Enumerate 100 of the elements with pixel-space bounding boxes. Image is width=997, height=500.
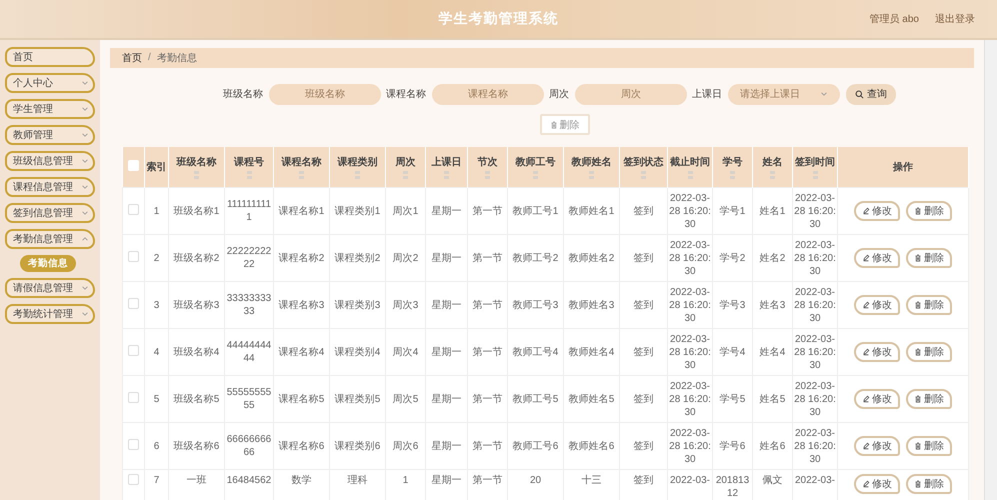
edit-button[interactable]: 修改 xyxy=(854,201,900,221)
menu-item[interactable]: 课程信息管理 xyxy=(5,177,95,197)
checkbox[interactable] xyxy=(128,345,139,356)
filter-label: 课程名称 xyxy=(386,88,426,102)
table-cell: 2022-03-28 16:20:30 xyxy=(669,286,711,324)
table-cell: 星期一 xyxy=(432,474,462,487)
trash-icon xyxy=(914,301,922,309)
table-cell: 教师姓名1 xyxy=(568,204,614,218)
table-cell: 周次1 xyxy=(392,204,418,218)
table-cell: 班级名称4 xyxy=(174,346,220,358)
table-cell: 课程类别3 xyxy=(334,298,380,312)
pencil-icon xyxy=(862,348,870,356)
table-cell: 5555555555 xyxy=(226,386,272,412)
table-cell: 第一节 xyxy=(472,252,502,264)
table-cell: 1 xyxy=(154,204,160,218)
search-button[interactable]: 查询 xyxy=(846,84,896,105)
table-cell: 周次6 xyxy=(392,440,418,452)
logout-link[interactable]: 退出登录 xyxy=(935,12,975,26)
delete-button[interactable]: 删除 xyxy=(906,248,952,268)
menu-item[interactable]: 学生管理 xyxy=(5,99,95,119)
table-cell: 姓名2 xyxy=(760,252,786,264)
table-cell: 签到 xyxy=(634,392,654,406)
delete-button[interactable]: 删除 xyxy=(906,342,952,362)
table-cell: 教师工号5 xyxy=(512,392,558,406)
table-cell: 签到 xyxy=(634,440,654,452)
checkbox[interactable] xyxy=(128,204,139,215)
search-icon xyxy=(855,90,864,99)
table-cell: 第一节 xyxy=(472,298,502,312)
table-cell: 2222222222 xyxy=(226,245,272,271)
table-cell: 周次5 xyxy=(392,392,418,406)
table-cell: 课程名称1 xyxy=(278,204,324,218)
table-cell: 第一节 xyxy=(472,392,502,406)
table-cell: 周次2 xyxy=(392,252,418,264)
table-cell: 学号3 xyxy=(720,298,746,312)
table-cell: 签到 xyxy=(634,252,654,264)
edit-button[interactable]: 修改 xyxy=(854,436,900,456)
input-field[interactable]: 班级名称 xyxy=(269,84,381,105)
filter-label: 班级名称 xyxy=(223,88,263,102)
table-cell: 课程类别1 xyxy=(334,204,380,218)
table-cell: 2022-03-28 16:20:30 xyxy=(794,192,836,230)
edit-button[interactable]: 修改 xyxy=(854,248,900,268)
menu-item[interactable]: 教师管理 xyxy=(5,125,95,145)
checkbox[interactable] xyxy=(128,439,139,450)
menu-item[interactable]: 签到信息管理 xyxy=(5,203,95,223)
checkbox[interactable] xyxy=(128,392,139,403)
table-cell: 课程名称5 xyxy=(278,392,324,406)
table-cell: 教师工号4 xyxy=(512,346,558,358)
table-cell: 2022-03- xyxy=(794,474,836,487)
menu-item[interactable]: 考勤统计管理 xyxy=(5,304,95,324)
pencil-icon xyxy=(862,254,870,262)
menu-item[interactable]: 班级信息管理 xyxy=(5,151,95,171)
scrollbar[interactable] xyxy=(984,40,997,500)
table-cell: 第一节 xyxy=(472,204,502,218)
table-cell: 学号1 xyxy=(720,204,746,218)
table-cell: 4 xyxy=(154,346,160,358)
breadcrumb-item[interactable]: 首页 xyxy=(122,50,142,65)
table-cell: 教师工号1 xyxy=(512,204,558,218)
input-field[interactable]: 课程名称 xyxy=(432,84,544,105)
table-cell: 3333333333 xyxy=(226,292,272,318)
delete-button[interactable]: 删除 xyxy=(906,295,952,315)
menu-item[interactable]: 考勤信息管理 xyxy=(5,229,95,249)
edit-button[interactable]: 修改 xyxy=(854,295,900,315)
pencil-icon xyxy=(862,442,870,450)
table-cell: 一班 xyxy=(186,474,206,487)
delete-button[interactable]: 删除 xyxy=(906,474,952,494)
menu-item[interactable]: 首页 xyxy=(5,47,95,67)
checkbox[interactable] xyxy=(128,298,139,309)
menu-item[interactable]: 请假信息管理 xyxy=(5,278,95,298)
table-cell: 第一节 xyxy=(472,346,502,358)
menu-item[interactable]: 个人中心 xyxy=(5,73,95,93)
table-cell: 教师工号2 xyxy=(512,252,558,264)
pencil-icon xyxy=(862,207,870,215)
chevron-icon xyxy=(820,90,828,98)
trash-icon xyxy=(550,120,558,128)
checkbox[interactable] xyxy=(128,251,139,262)
edit-button[interactable]: 修改 xyxy=(854,342,900,362)
breadcrumb-item: 考勤信息 xyxy=(156,52,197,65)
table-cell: 学号5 xyxy=(720,392,746,406)
table-cell: 教师姓名2 xyxy=(568,252,614,264)
delete-button[interactable]: 删除 xyxy=(906,436,952,456)
table-cell: 星期一 xyxy=(432,204,462,218)
table-cell: 课程名称6 xyxy=(278,440,324,452)
edit-button[interactable]: 修改 xyxy=(854,474,900,494)
table-cell: 班级名称5 xyxy=(174,392,220,406)
checkbox[interactable] xyxy=(128,474,139,485)
table-cell: 6 xyxy=(154,440,160,452)
delete-button[interactable]: 删除 xyxy=(906,389,952,409)
table-cell: 2022-03-28 16:20:30 xyxy=(669,192,711,230)
table-cell: 2022-03-28 16:20:30 xyxy=(669,380,711,418)
delete-button[interactable]: 删除 xyxy=(906,201,952,221)
table-cell: 姓名6 xyxy=(760,440,786,452)
input-field[interactable]: 周次 xyxy=(575,84,687,105)
table-cell: 学号6 xyxy=(720,440,746,452)
table-cell: 2022-03-28 16:20:30 xyxy=(794,286,836,324)
trash-icon xyxy=(914,442,922,450)
table-cell: 20 xyxy=(530,474,542,487)
table-cell: 课程类别5 xyxy=(334,392,380,406)
edit-button[interactable]: 修改 xyxy=(854,389,900,409)
table-cell: 姓名5 xyxy=(760,392,786,406)
app-title: 学生考勤管理系统 xyxy=(438,10,558,28)
